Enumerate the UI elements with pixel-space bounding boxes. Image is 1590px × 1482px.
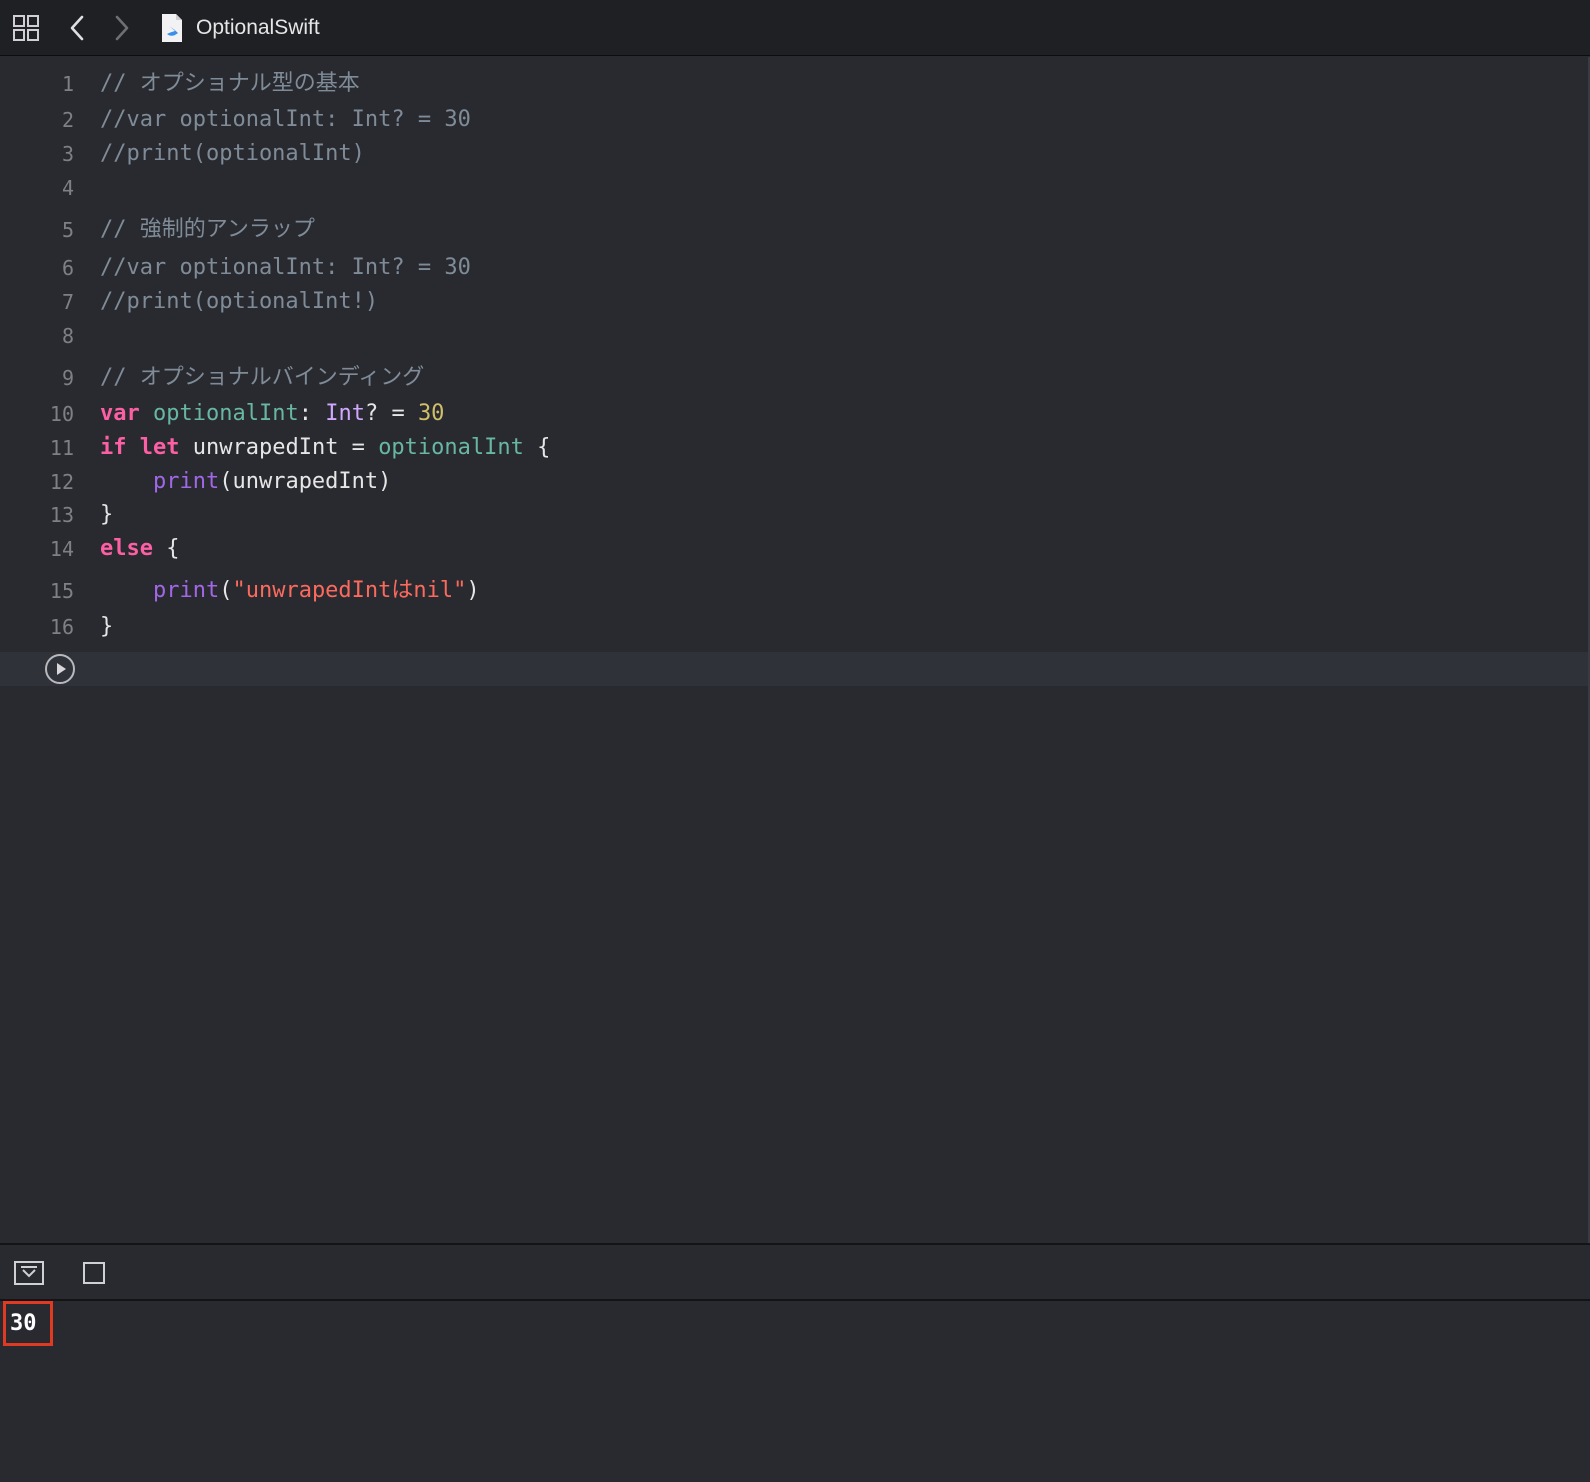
code-token: // オプショナルバインディング	[100, 365, 425, 390]
code-line[interactable]: 10 var optionalInt: Int? = 30	[0, 397, 1588, 431]
line-number: 15	[49, 579, 74, 603]
line-number: 2	[61, 108, 74, 132]
code-token: 30	[417, 401, 445, 426]
chevron-right-icon[interactable]	[111, 12, 133, 44]
line-number: 13	[49, 503, 74, 527]
code-line[interactable]: 7 //print(optionalInt!)	[0, 285, 1588, 319]
code-token: )	[466, 578, 480, 603]
line-number: 14	[49, 537, 74, 561]
code-token: //var optionalInt: Int? = 30	[100, 107, 471, 132]
code-token: {	[152, 536, 180, 561]
file-name[interactable]: OptionalSwift	[196, 14, 320, 42]
line-number: 1	[61, 72, 74, 96]
code-text: else {	[100, 532, 179, 566]
code-token: //print(optionalInt!)	[100, 289, 379, 314]
code-line[interactable]: 6 //var optionalInt: Int? = 30	[0, 251, 1588, 285]
debug-bar	[0, 1243, 1590, 1301]
code-token: {	[523, 435, 551, 460]
code-token: }	[100, 614, 114, 639]
code-token: optionalInt	[378, 435, 524, 460]
code-line[interactable]: 5 // 強制的アンラップ	[0, 213, 1588, 247]
code-text: print(unwrapedInt)	[100, 465, 391, 499]
code-token: else	[100, 536, 153, 561]
console-area[interactable]: 30	[0, 1301, 1590, 1482]
line-number: 16	[49, 615, 74, 639]
code-text: print("unwrapedIntはnil")	[100, 574, 480, 608]
grid-icon[interactable]	[12, 14, 40, 42]
code-text: }	[100, 610, 113, 644]
line-number: 4	[61, 176, 74, 200]
chevron-left-icon[interactable]	[66, 12, 88, 44]
code-line[interactable]: 2 //var optionalInt: Int? = 30	[0, 103, 1588, 137]
code-token: (unwrapedInt)	[219, 469, 392, 494]
code-line[interactable]: 8	[0, 319, 1588, 353]
code-text: }	[100, 498, 113, 532]
code-token: unwrapedInt =	[179, 435, 379, 460]
swift-file-icon	[160, 12, 184, 44]
code-token: print	[152, 469, 220, 494]
code-token: ? =	[364, 401, 418, 426]
code-token: "unwrapedIntはnil"	[232, 578, 467, 603]
line-number: 8	[61, 324, 74, 348]
code-token: optionalInt	[153, 401, 299, 426]
line-number: 6	[61, 256, 74, 280]
code-text: //var optionalInt: Int? = 30	[100, 103, 471, 137]
code-text: // オプショナル型の基本	[100, 67, 360, 101]
code-text: var optionalInt: Int? = 30	[100, 397, 444, 431]
code-token: (	[219, 578, 233, 603]
hide-console-icon[interactable]	[14, 1261, 44, 1285]
square-icon[interactable]	[82, 1261, 106, 1285]
code-token: var	[100, 401, 140, 426]
code-line[interactable]: 11 if let unwrapedInt = optionalInt {	[0, 431, 1588, 465]
code-line[interactable]: 16}	[0, 610, 1588, 644]
code-text: // オプショナルバインディング	[100, 361, 424, 395]
code-token: // オプショナル型の基本	[100, 71, 360, 96]
code-text: //var optionalInt: Int? = 30	[100, 251, 471, 285]
code-line[interactable]: 13}	[0, 498, 1588, 532]
line-number: 3	[61, 142, 74, 166]
code-line[interactable]: 12 print(unwrapedInt)	[0, 465, 1588, 499]
code-text: // 強制的アンラップ	[100, 213, 315, 247]
code-text: if let unwrapedInt = optionalInt {	[100, 431, 550, 465]
code-line[interactable]: 9 // オプショナルバインディング	[0, 361, 1588, 395]
code-token: let	[139, 435, 180, 460]
code-text: //print(optionalInt!)	[100, 285, 378, 319]
code-token: print	[152, 578, 220, 603]
line-number: 7	[61, 290, 74, 314]
code-token: //var optionalInt: Int? = 30	[100, 255, 471, 280]
code-line[interactable]: 1 // オプショナル型の基本	[0, 67, 1588, 101]
code-token: // 強制的アンラップ	[100, 217, 315, 242]
code-token: :	[298, 401, 326, 426]
code-token: }	[100, 502, 114, 527]
code-text: //print(optionalInt)	[100, 137, 365, 171]
code-line[interactable]: 14 else {	[0, 532, 1588, 566]
line-number: 12	[49, 470, 74, 494]
code-line[interactable]: 3 //print(optionalInt)	[0, 137, 1588, 171]
line-number: 9	[61, 366, 74, 390]
line-number: 10	[49, 402, 74, 426]
code-line[interactable]: 4	[0, 171, 1588, 205]
line-number: 5	[61, 218, 74, 242]
code-token: if	[100, 435, 127, 460]
play-circle-icon[interactable]	[45, 654, 75, 684]
code-token: //print(optionalInt)	[100, 141, 365, 166]
toolbar: OptionalSwift	[0, 0, 1590, 56]
code-token: Int	[325, 401, 365, 426]
current-line-highlight	[0, 652, 1588, 686]
line-number: 11	[49, 436, 74, 460]
code-line[interactable]: 15 print("unwrapedIntはnil")	[0, 574, 1588, 608]
console-output: 30	[3, 1301, 53, 1346]
